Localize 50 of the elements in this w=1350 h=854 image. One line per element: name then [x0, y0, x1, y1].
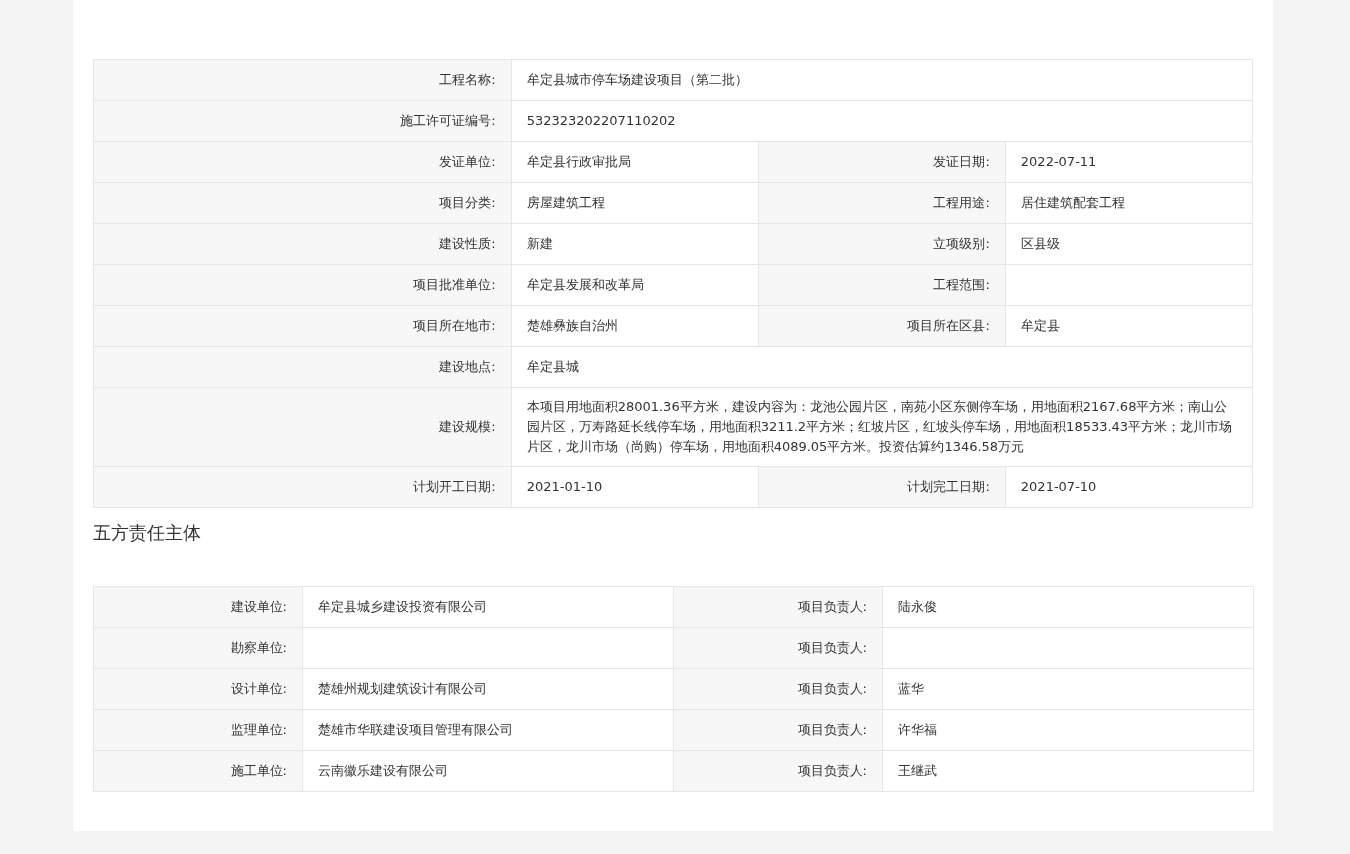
field-label: 发证单位: — [93, 141, 512, 183]
field-label: 工程范围: — [758, 264, 1006, 306]
field-label: 建设规模: — [93, 387, 512, 467]
field-value: 陆永俊 — [882, 586, 1254, 628]
field-value: 区县级 — [1005, 223, 1253, 265]
field-value: 房屋建筑工程 — [511, 182, 759, 224]
field-label: 计划开工日期: — [93, 466, 512, 508]
field-value: 牟定县城乡建设投资有限公司 — [302, 586, 674, 628]
field-value: 许华福 — [882, 709, 1254, 751]
field-label: 计划完工日期: — [758, 466, 1006, 508]
field-label: 建设单位: — [93, 586, 303, 628]
field-label: 项目所在区县: — [758, 305, 1006, 347]
field-value: 牟定县城 — [511, 346, 1253, 388]
field-value: 牟定县发展和改革局 — [511, 264, 759, 306]
field-label: 项目负责人: — [673, 627, 883, 669]
section-title: 五方责任主体 — [93, 521, 202, 545]
field-value: 本项目用地面积28001.36平方米，建设内容为：龙池公园片区，南苑小区东侧停车场，用地面积2167.68平方米；南山公园片区，万寿路延长线停车场，用地面积3211.2平方米；红坡片区，红坡头停车场，用地面积18533.43平方米；龙川市场片区，龙川市场（尚购）停车场，用地面积4089.05平方米。投资估算约1346.58万元 — [511, 387, 1253, 467]
field-label: 项目负责人: — [673, 750, 883, 792]
field-label: 项目负责人: — [673, 668, 883, 710]
field-label: 项目负责人: — [673, 586, 883, 628]
field-label: 项目批准单位: — [93, 264, 512, 306]
field-label: 设计单位: — [93, 668, 303, 710]
field-label: 建设性质: — [93, 223, 512, 265]
field-value: 牟定县行政审批局 — [511, 141, 759, 183]
field-value: 2022-07-11 — [1005, 141, 1253, 183]
field-value: 楚雄州规划建筑设计有限公司 — [302, 668, 674, 710]
field-value: 蓝华 — [882, 668, 1254, 710]
field-label: 项目分类: — [93, 182, 512, 224]
field-value: 牟定县城市停车场建设项目（第二批） — [511, 59, 1253, 101]
field-value: 2021-01-10 — [511, 466, 759, 508]
field-value: 楚雄市华联建设项目管理有限公司 — [302, 709, 674, 751]
field-label: 工程名称: — [93, 59, 512, 101]
field-value: 牟定县 — [1005, 305, 1253, 347]
field-value: 王继武 — [882, 750, 1254, 792]
field-value: 楚雄彝族自治州 — [511, 305, 759, 347]
field-value: 新建 — [511, 223, 759, 265]
field-label: 立项级别: — [758, 223, 1006, 265]
field-label: 建设地点: — [93, 346, 512, 388]
field-value: 居住建筑配套工程 — [1005, 182, 1253, 224]
field-label: 勘察单位: — [93, 627, 303, 669]
field-value: 532323202207110202 — [511, 100, 1253, 142]
field-label: 工程用途: — [758, 182, 1006, 224]
field-label: 项目所在地市: — [93, 305, 512, 347]
field-label: 监理单位: — [93, 709, 303, 751]
field-label: 项目负责人: — [673, 709, 883, 751]
field-label: 施工单位: — [93, 750, 303, 792]
field-label: 施工许可证编号: — [93, 100, 512, 142]
field-label: 发证日期: — [758, 141, 1006, 183]
field-value: 2021-07-10 — [1005, 466, 1253, 508]
field-value: 云南徽乐建设有限公司 — [302, 750, 674, 792]
